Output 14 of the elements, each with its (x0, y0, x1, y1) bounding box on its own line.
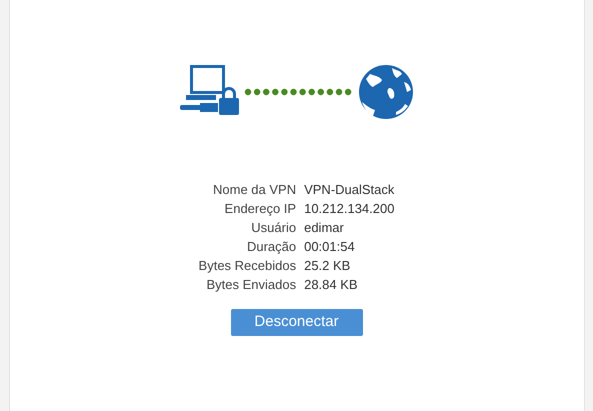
field-value: 25.2 KB (304, 257, 352, 275)
field-value: VPN-DualStack (304, 181, 394, 199)
field-label: Duração (246, 238, 296, 256)
field-label: Usuário (250, 219, 296, 237)
field-value: 00:01:54 (304, 238, 356, 256)
field-value: edimar (304, 219, 345, 237)
field-label: Bytes Recebidos (198, 257, 296, 275)
connection-dots-icon (244, 88, 352, 96)
field-value: 10.212.134.200 (304, 200, 394, 218)
disconnect-button[interactable]: Desconectar (230, 309, 362, 336)
field-label: Bytes Enviados (205, 276, 296, 294)
field-value: 28.84 KB (304, 276, 359, 294)
field-label: Nome da VPN (212, 181, 296, 199)
field-label: Endereço IP (224, 200, 296, 218)
